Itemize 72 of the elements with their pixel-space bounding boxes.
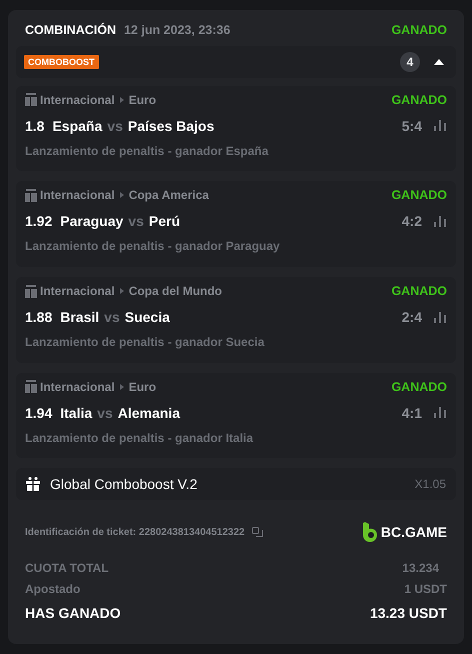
copy-button[interactable]: [252, 526, 263, 538]
bar-chart-icon: [434, 407, 446, 418]
team-name: Alemania: [118, 404, 180, 421]
category-name: Internacional: [40, 92, 115, 107]
selection-odds: 1.8: [25, 118, 44, 134]
market-name: Lanzamiento de penaltis - ganador Italia: [25, 430, 254, 445]
vs-label: vs: [97, 404, 113, 421]
category-name: Internacional: [40, 284, 115, 298]
league-name: Euro: [128, 380, 156, 394]
stats-button[interactable]: [434, 216, 446, 227]
stats-button[interactable]: [434, 120, 446, 132]
selection-status: GANADO: [391, 188, 447, 202]
stats-button[interactable]: [434, 312, 446, 323]
total-label: HAS GANADO: [25, 605, 121, 622]
copy-icon: [252, 526, 263, 538]
penalty-logo-icon: [25, 380, 37, 394]
bar-chart-icon: [434, 120, 446, 132]
vs-label: vs: [107, 118, 123, 134]
market-name: Lanzamiento de penaltis - ganador Suecia: [25, 335, 266, 350]
total-label: Apostado: [25, 582, 80, 596]
team-name: Países Bajos: [128, 118, 214, 134]
category-name: Internacional: [40, 188, 115, 202]
match-score: 4:1: [402, 404, 422, 421]
selection-status: GANADO: [391, 380, 447, 394]
team-name: Paraguay: [60, 213, 124, 230]
team-name: España: [52, 118, 102, 134]
vs-label: vs: [104, 309, 120, 326]
match-score: 4:2: [402, 213, 422, 230]
team-name: Suecia: [124, 309, 170, 326]
boost-multiplier: X1.05: [414, 477, 446, 492]
selection-odds: 1.88: [25, 309, 52, 326]
boost-name: Global Comboboost V.2: [50, 476, 198, 492]
league-name: Copa del Mundo: [128, 284, 222, 298]
chevron-icon: [120, 384, 124, 390]
comboboost-badge: COMBOBOOST: [24, 54, 98, 69]
bet-status: GANADO: [391, 22, 447, 37]
league-name: Copa America: [128, 188, 209, 202]
total-label: CUOTA TOTAL: [25, 561, 109, 576]
category-name: Internacional: [40, 380, 115, 394]
penalty-logo-icon: [25, 93, 37, 106]
gift-icon: [26, 477, 40, 492]
chevron-icon: [120, 192, 124, 198]
chevron-icon: [120, 96, 124, 103]
caret-icon: [434, 58, 444, 65]
team-name: Italia: [60, 404, 92, 421]
selection-odds: 1.92: [25, 213, 52, 230]
selection-count: 4: [400, 52, 420, 72]
league-name: Euro: [128, 92, 156, 107]
match-score: 5:4: [402, 118, 422, 134]
bet-type: COMBINACIÓN: [25, 22, 116, 37]
team-name: Perú: [148, 213, 180, 230]
team-name: Brasil: [60, 309, 100, 326]
bet-date: 12 jun 2023, 23:36: [124, 22, 230, 37]
market-name: Lanzamiento de penaltis - ganador Paraguay: [25, 239, 281, 254]
brand-logo-icon: [362, 522, 377, 542]
vs-label: vs: [128, 213, 144, 230]
selection-status: GANADO: [391, 284, 447, 298]
chevron-icon: [120, 288, 124, 294]
selection-odds: 1.94: [25, 404, 52, 421]
bar-chart-icon: [434, 312, 446, 323]
market-name: Lanzamiento de penaltis - ganador España: [25, 144, 270, 158]
brand-name: BC.GAME: [380, 524, 447, 540]
total-value: 1 USDT: [404, 582, 447, 596]
ticket-id: Identificación de ticket: 2280243813404512322: [25, 526, 245, 538]
selection-status: GANADO: [391, 92, 447, 107]
stats-button[interactable]: [434, 407, 446, 418]
penalty-logo-icon: [25, 188, 37, 202]
total-value: 13.23 USDT: [370, 605, 447, 622]
bar-chart-icon: [434, 216, 446, 227]
match-score: 2:4: [402, 309, 422, 326]
penalty-logo-icon: [25, 284, 37, 298]
total-value: 13.234: [402, 561, 439, 576]
